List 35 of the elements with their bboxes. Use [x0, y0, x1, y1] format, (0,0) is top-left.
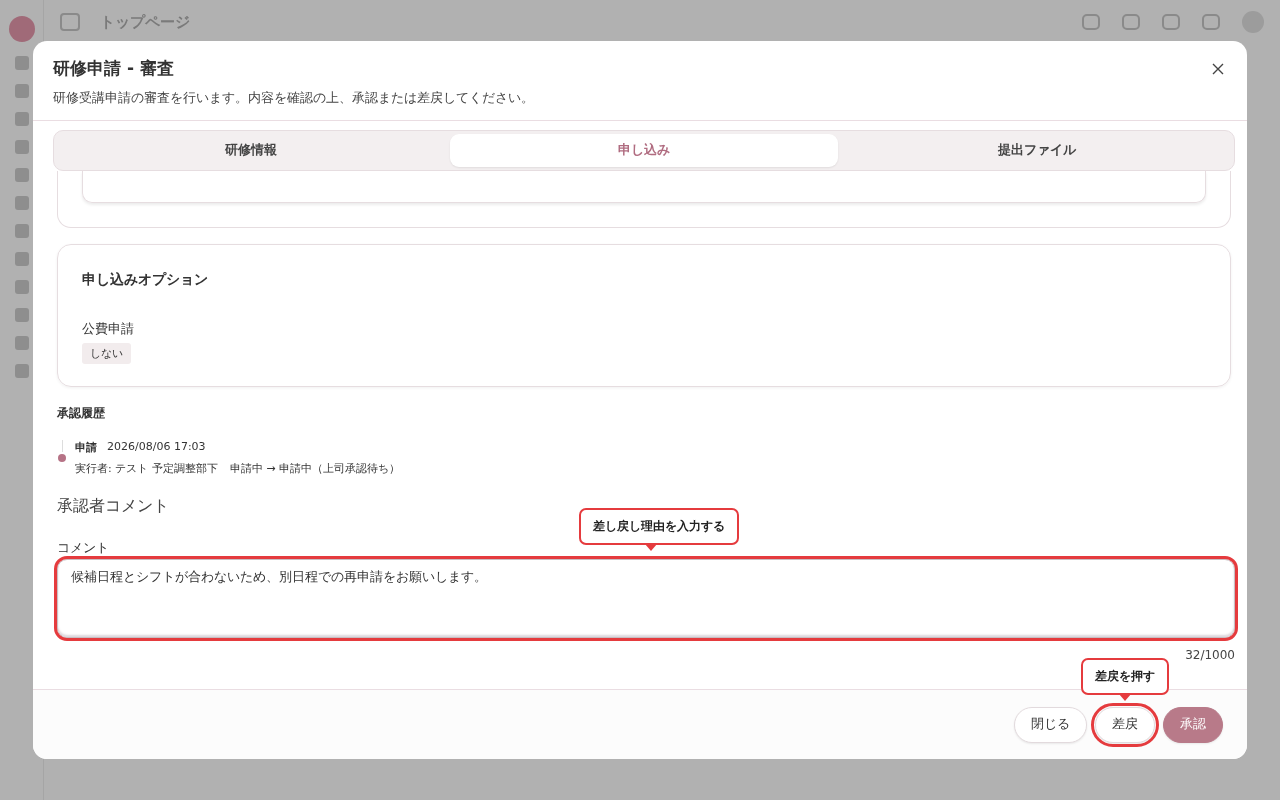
tab[interactable]: 申し込み	[449, 134, 839, 167]
field-label: コメント	[57, 539, 109, 557]
section-title: 承認者コメント	[57, 496, 170, 517]
nav-icon[interactable]	[14, 336, 29, 350]
logo-icon	[8, 16, 35, 42]
callout: 差戻を押す	[1081, 657, 1169, 695]
dialog-title: 研修申請 - 審査	[53, 57, 174, 80]
history-action: 申請	[75, 440, 97, 455]
section-title: 承認履歴	[57, 405, 106, 422]
nav-icon[interactable]	[14, 224, 29, 238]
history-executor: 実行者: テスト 予定調整部下	[75, 461, 218, 476]
dialog-description: 研修受講申請の審査を行います。内容を確認の上、承認または差戻してください。	[53, 90, 535, 107]
nav-icon[interactable]	[14, 112, 29, 126]
comment-field[interactable]: 候補日程とシフトが合わないため、別日程での再申請をお願いします。	[57, 559, 1235, 638]
secondary-button[interactable]: 閉じる	[1014, 706, 1087, 743]
tab[interactable]: 提出ファイル	[842, 134, 1231, 167]
nav-icon[interactable]	[14, 280, 29, 294]
character-counter: 32/1000	[1185, 648, 1235, 662]
card-title: 申し込みオプション	[82, 271, 209, 289]
callout: 差し戻し理由を入力する	[579, 508, 739, 545]
tab[interactable]: 研修情報	[57, 134, 446, 167]
close-icon[interactable]	[1211, 62, 1225, 76]
nav-icon[interactable]	[14, 196, 29, 210]
nav-icon[interactable]	[14, 140, 29, 154]
nav-icon[interactable]	[14, 308, 29, 322]
nav-icon[interactable]	[14, 56, 29, 70]
nav-icon[interactable]	[14, 84, 29, 98]
nav-icon[interactable]	[14, 364, 29, 378]
value-chip: しない	[82, 343, 131, 364]
field-label: 公費申請	[82, 321, 135, 338]
history-transition: 申請中 → 申請中（上司承認待ち）	[229, 461, 400, 476]
nav-icon[interactable]	[14, 168, 29, 182]
history-datetime: 2026/08/06 17:03	[107, 440, 206, 455]
nav-icon[interactable]	[14, 252, 29, 266]
timeline-dot	[58, 454, 66, 462]
